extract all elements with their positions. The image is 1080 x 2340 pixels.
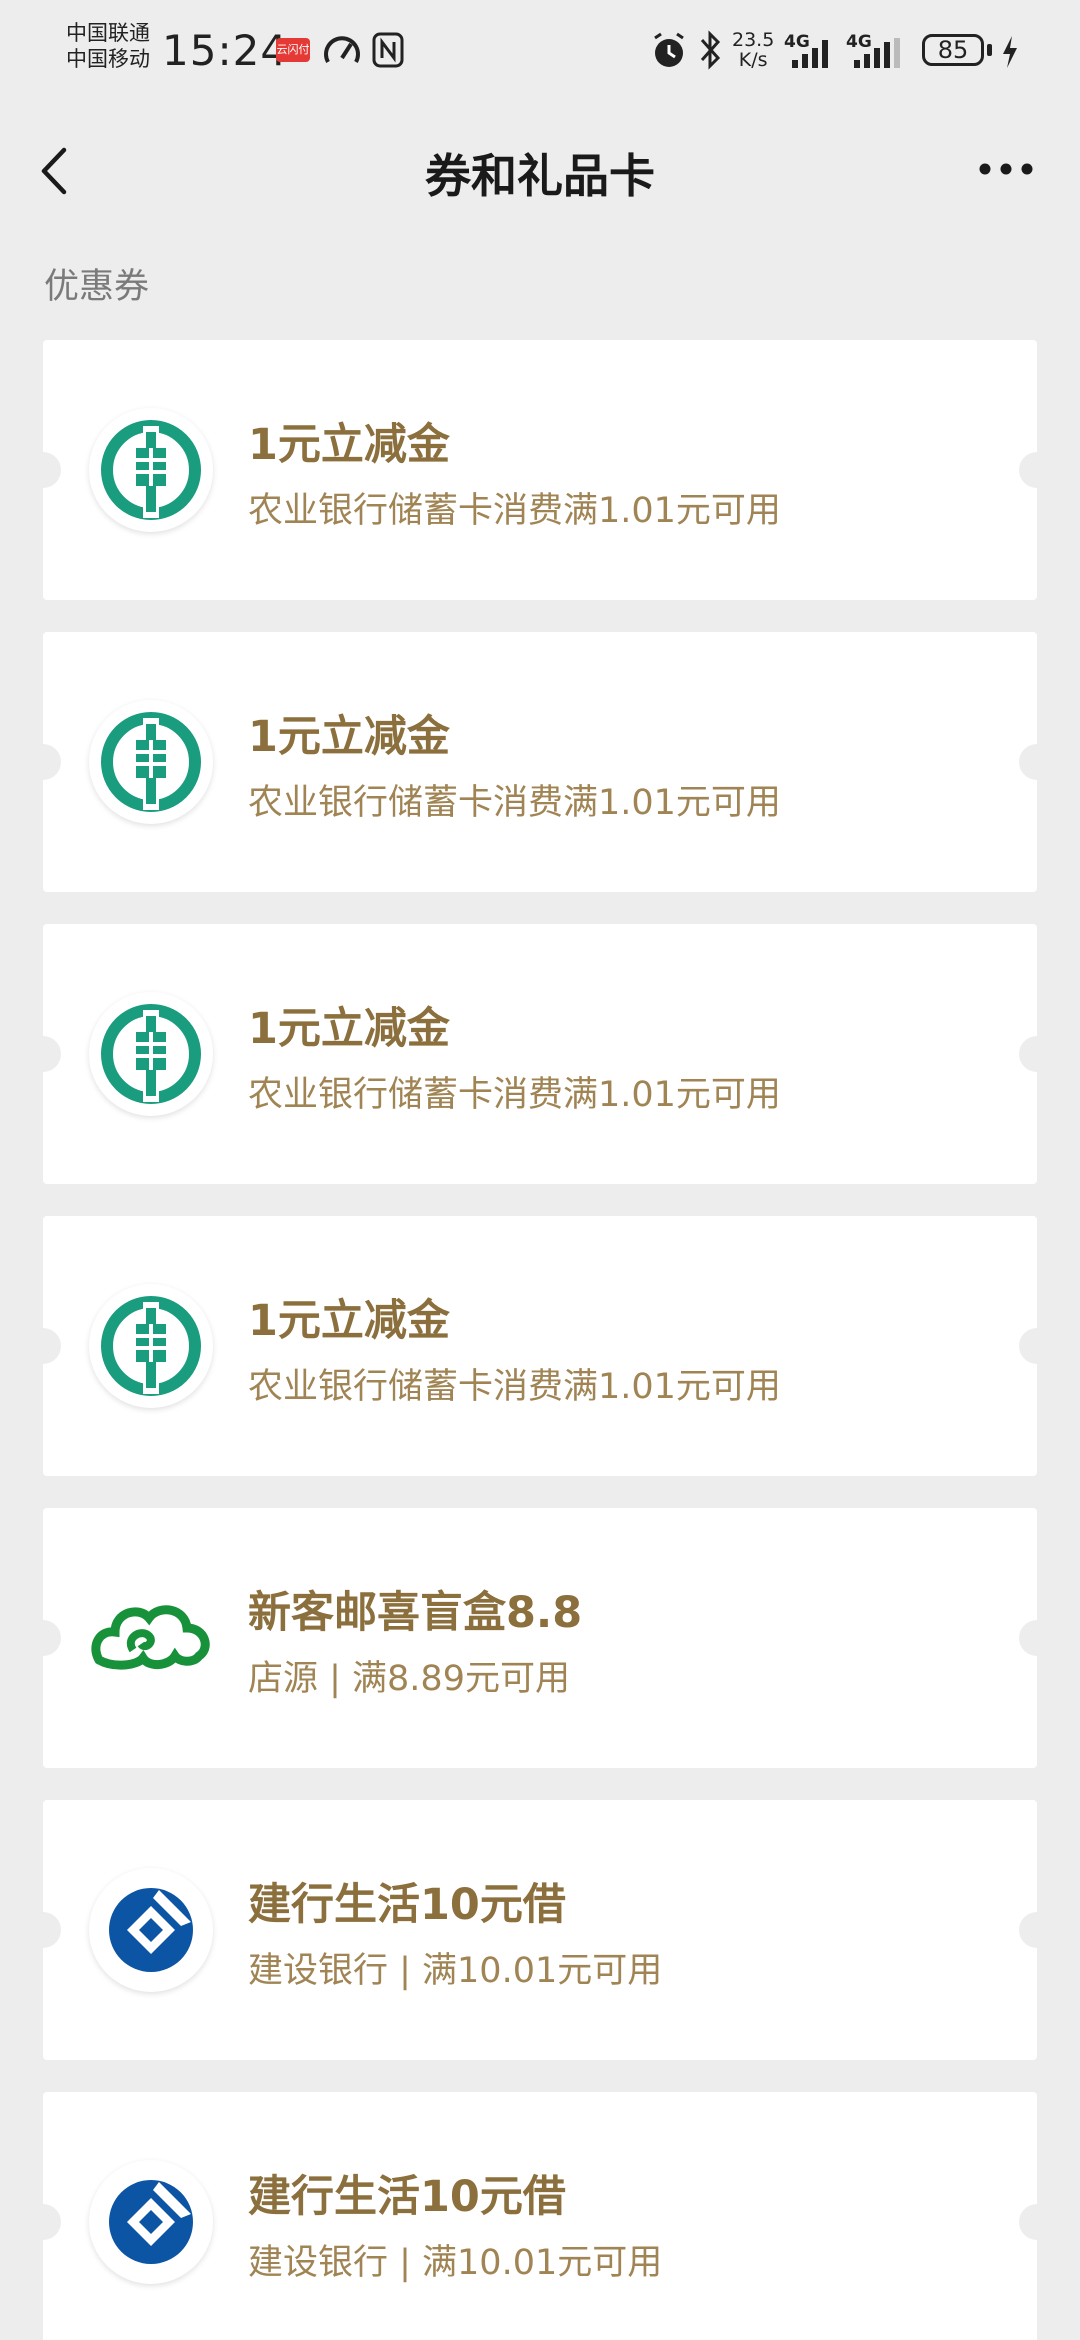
card-notch [1019, 1036, 1055, 1072]
nav-header: 券和礼品卡 [0, 110, 1080, 230]
coupon-card[interactable]: 1元立减金 农业银行储蓄卡消费满1.01元可用 [25, 924, 1055, 1184]
coupon-description: 农业银行储蓄卡消费满1.01元可用 [248, 1075, 781, 1115]
section-label-coupons: 优惠券 [44, 267, 150, 307]
card-notch [1019, 1328, 1055, 1364]
battery-tip [987, 44, 992, 56]
network-speed: 23.5 K/s [732, 30, 774, 70]
postal-cloud-logo-icon [89, 1576, 213, 1700]
speedometer-icon [324, 36, 360, 63]
abc-bank-logo-icon [89, 408, 213, 532]
coupon-description: 店源 | 满8.89元可用 [248, 1659, 570, 1699]
signal-strength-2-icon [854, 38, 900, 68]
charging-icon [1003, 36, 1017, 68]
card-notch [25, 452, 61, 488]
card-notch [1019, 1620, 1055, 1656]
coupon-description: 农业银行储蓄卡消费满1.01元可用 [248, 491, 781, 531]
coupon-description: 农业银行储蓄卡消费满1.01元可用 [248, 783, 781, 823]
carrier-2: 中国移动 [66, 47, 150, 71]
carrier-info: 中国联通 中国移动 [66, 20, 150, 72]
abc-bank-logo-icon [89, 992, 213, 1116]
coupon-card[interactable]: 建行生活10元借 建设银行 | 满10.01元可用 [25, 1800, 1055, 2060]
coupon-description: 建设银行 | 满10.01元可用 [248, 2243, 663, 2283]
card-notch [25, 1036, 61, 1072]
more-options-icon[interactable] [978, 162, 1034, 176]
network-speed-unit: K/s [738, 49, 768, 71]
card-notch [25, 1328, 61, 1364]
ccb-bank-logo-icon [89, 1868, 213, 1992]
coupon-card[interactable]: 1元立减金 农业银行储蓄卡消费满1.01元可用 [25, 1216, 1055, 1476]
card-notch [1019, 744, 1055, 780]
coupon-description: 农业银行储蓄卡消费满1.01元可用 [248, 1367, 781, 1407]
coupon-card[interactable]: 1元立减金 农业银行储蓄卡消费满1.01元可用 [25, 632, 1055, 892]
clock: 15:24 [162, 26, 289, 75]
network-speed-value: 23.5 [732, 29, 775, 51]
card-notch [25, 744, 61, 780]
card-notch [1019, 2204, 1055, 2240]
coupon-name: 1元立减金 [248, 1004, 450, 1054]
nfc-icon [372, 32, 404, 68]
alarm-icon [654, 32, 684, 67]
card-notch [25, 2204, 61, 2240]
coupon-name: 新客邮喜盲盒8.8 [248, 1588, 583, 1638]
card-notch [25, 1912, 61, 1948]
signal-strength-1-icon [792, 40, 828, 68]
card-notch [25, 1620, 61, 1656]
abc-bank-logo-icon [89, 700, 213, 824]
status-bar: 中国联通 中国移动 15:24 云闪付 23.5 K/s 4G 4G 85 [0, 0, 1080, 110]
bluetooth-icon [700, 30, 721, 70]
coupon-card[interactable]: 1元立减金 农业银行储蓄卡消费满1.01元可用 [25, 340, 1055, 600]
coupon-card[interactable]: 新客邮喜盲盒8.8 店源 | 满8.89元可用 [25, 1508, 1055, 1768]
page-title: 券和礼品卡 [425, 149, 655, 203]
coupon-name: 1元立减金 [248, 712, 450, 762]
ccb-bank-logo-icon [89, 2160, 213, 2284]
coupon-name: 建行生活10元借 [248, 1880, 566, 1930]
abc-bank-logo-icon [89, 1284, 213, 1408]
app-notification-icon: 云闪付 [276, 38, 310, 62]
carrier-1: 中国联通 [66, 21, 150, 45]
battery-indicator: 85 [922, 34, 984, 66]
coupon-name: 1元立减金 [248, 1296, 450, 1346]
card-notch [1019, 1912, 1055, 1948]
coupon-card[interactable]: 建行生活10元借 建设银行 | 满10.01元可用 [25, 2092, 1055, 2340]
card-notch [1019, 452, 1055, 488]
coupon-description: 建设银行 | 满10.01元可用 [248, 1951, 663, 1991]
coupon-name: 1元立减金 [248, 420, 450, 470]
coupon-name: 建行生活10元借 [248, 2172, 566, 2222]
